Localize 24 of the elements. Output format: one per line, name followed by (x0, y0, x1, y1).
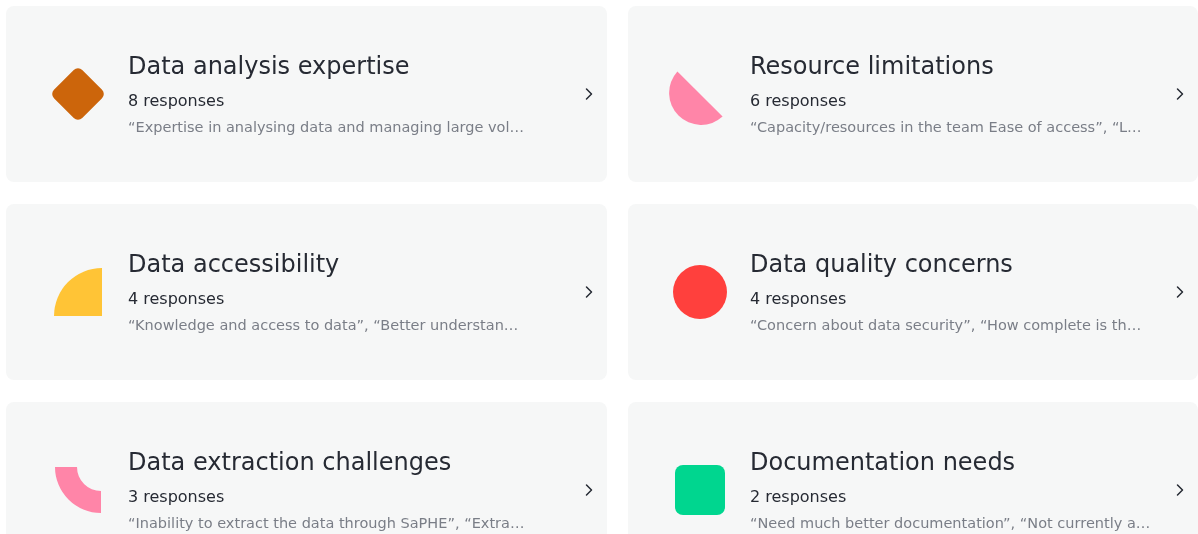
theme-card[interactable]: Data analysis expertise 8 responses “Expertise in analysing data and managing large vol… (6, 6, 607, 182)
response-count: 3 responses (128, 486, 226, 508)
theme-title: Resource limitations (750, 51, 995, 82)
theme-card[interactable]: Data quality concerns 4 responses “Concern about data security”, “How complete is th… (628, 204, 1198, 380)
theme-card[interactable]: Data extraction challenges 3 responses “Inability to extract the data through SaPHE”, “Extra… (6, 402, 607, 534)
quote-preview: “Need much better documentation”, “Not currently a… (750, 514, 1152, 533)
quote-preview: “Knowledge and access to data”, “Better understan… (128, 316, 520, 335)
response-count: 2 responses (750, 486, 848, 508)
theme-title: Documentation needs (750, 447, 1017, 478)
response-count: 6 responses (750, 90, 848, 112)
theme-card[interactable]: Resource limitations 6 responses “Capacity/resources in the team Ease of access”, “L… (628, 6, 1198, 182)
theme-title: Data accessibility (128, 249, 341, 280)
quote-preview: “Capacity/resources in the team Ease of access”, “L… (750, 118, 1143, 137)
response-count: 4 responses (750, 288, 848, 310)
response-count: 8 responses (128, 90, 226, 112)
theme-card[interactable]: Data accessibility 4 responses “Knowledge and access to data”, “Better understan… (6, 204, 607, 380)
quote-preview: “Expertise in analysing data and managing large vol… (128, 118, 525, 137)
theme-title: Data analysis expertise (128, 51, 411, 82)
theme-card[interactable]: Documentation needs 2 responses “Need much better documentation”, “Not currently a… (628, 402, 1198, 534)
theme-title: Data quality concerns (750, 249, 1014, 280)
quote-preview: “Inability to extract the data through SaPHE”, “Extra… (128, 514, 526, 533)
theme-title: Data extraction challenges (128, 447, 453, 478)
response-count: 4 responses (128, 288, 226, 310)
quote-preview: “Concern about data security”, “How complete is th… (750, 316, 1143, 335)
